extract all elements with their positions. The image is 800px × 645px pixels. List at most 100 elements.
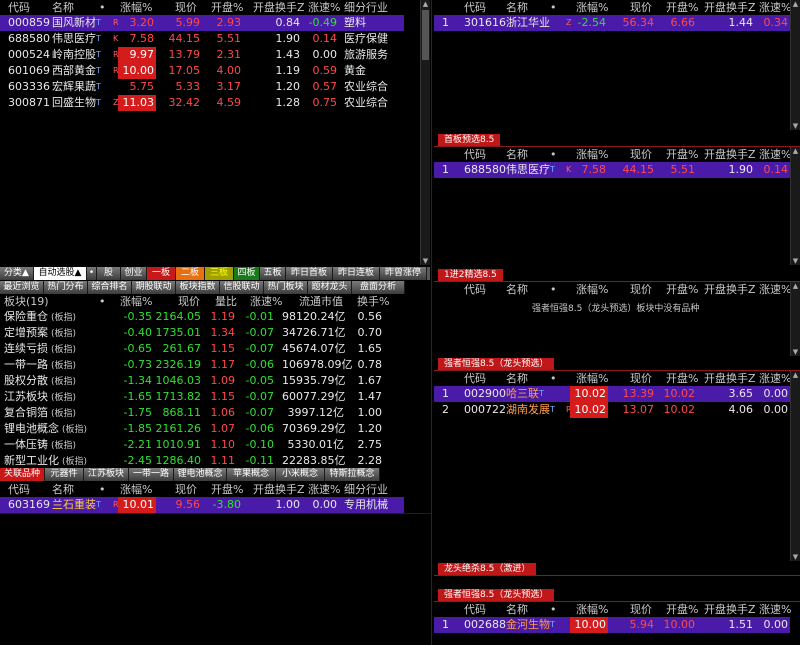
tab-apple[interactable]: 苹果概念 — [227, 468, 276, 481]
col-code[interactable]: 代码 — [8, 0, 30, 15]
sector-row[interactable]: 连续亏损 (板指) -0.65 261.67 1.15 -0.07 45674.07亿 1.6… — [0, 341, 420, 357]
col-name[interactable]: 名称 — [506, 147, 528, 162]
tab-related[interactable]: 关联品种 — [0, 468, 45, 481]
tab-jiangsu[interactable]: 江苏板块 — [84, 468, 129, 481]
tab-xiaomi[interactable]: 小米概念 — [276, 468, 325, 481]
stock-row[interactable]: 1 002900 哈三联T 10.02 13.39 10.02 3.65 0.00 — [434, 386, 790, 402]
stock-row[interactable]: 1 688580 伟思医疗T K 7.58 44.15 5.51 1.90 0.14 — [434, 162, 790, 178]
tab-tesla[interactable]: 特斯拉概念 — [325, 468, 380, 481]
col-code[interactable]: 代码 — [464, 371, 486, 386]
tab-dot[interactable]: • — [87, 267, 97, 280]
tab-board-2[interactable]: 二板 — [176, 267, 205, 280]
col-name[interactable]: 名称 — [506, 602, 528, 617]
right4-scrollbar[interactable]: ▲ ▼ — [790, 371, 800, 561]
stock-row[interactable]: 603336 宏辉果蔬T 5.75 5.33 3.17 1.20 0.57 农业综合 — [0, 79, 404, 95]
tab-lithium[interactable]: 锂电池概念 — [174, 468, 227, 481]
col-price[interactable]: 现价 — [630, 147, 652, 162]
tab-hot-sector[interactable]: 热门板块 — [264, 281, 308, 294]
col-change[interactable]: 涨幅% — [576, 0, 608, 15]
tab-futures-link[interactable]: 期股联动 — [132, 281, 176, 294]
col-open-turnover[interactable]: 开盘换手Z — [253, 0, 305, 15]
sector-row[interactable]: 复合铜箔 (板指) -1.75 868.11 1.06 -0.07 3997.12亿 1.00 — [0, 405, 420, 421]
right3-scrollbar[interactable]: ▲ ▼ — [790, 282, 800, 356]
tab-market-analysis[interactable]: 盘面分析 — [352, 281, 405, 294]
tab-board-1[interactable]: 一板 — [147, 267, 176, 280]
stock-row[interactable]: 1 301616 浙江华业 Z -2.54 56.34 6.66 1.44 0.34 — [434, 15, 790, 31]
col-name[interactable]: 名称 — [506, 0, 528, 15]
col-speed[interactable]: 涨速% — [308, 482, 340, 497]
col-open[interactable]: 开盘% — [666, 0, 698, 15]
col-change[interactable]: 涨幅% — [576, 282, 608, 297]
sector-row[interactable]: 江苏板块 (板指) -1.65 1713.82 1.15 -0.07 60077.29亿 1.… — [0, 389, 420, 405]
col-volume-ratio[interactable]: 量比 — [215, 294, 237, 309]
col-speed[interactable]: 涨速% — [759, 602, 791, 617]
tab-board-5[interactable]: 五板 — [260, 267, 286, 280]
col-name[interactable]: 名称 — [506, 371, 528, 386]
tab-auto-select[interactable]: 自动选股▲ — [34, 267, 87, 280]
sector-row[interactable]: 保险重仓 (板指) -0.35 2164.05 1.19 -0.01 98120.24亿 0.… — [0, 309, 420, 325]
col-price[interactable]: 现价 — [630, 371, 652, 386]
col-open[interactable]: 开盘% — [211, 0, 243, 15]
tab-board-3[interactable]: 三板 — [205, 267, 234, 280]
col-open-turnover[interactable]: 开盘换手Z — [704, 602, 756, 617]
sector-row[interactable]: 锂电池概念 (板指) -1.85 2161.26 1.07 -0.06 70369.29亿 1… — [0, 421, 420, 437]
tab-components[interactable]: 元器件 — [45, 468, 84, 481]
col-speed[interactable]: 涨速% — [759, 147, 791, 162]
col-speed[interactable]: 涨速% — [759, 0, 791, 15]
col-open-turnover[interactable]: 开盘换手Z — [704, 147, 756, 162]
col-speed[interactable]: 涨速% — [250, 294, 282, 309]
col-change[interactable]: 涨幅% — [576, 147, 608, 162]
tab-hot-dist[interactable]: 热门分布 — [44, 281, 88, 294]
tab-belt-road[interactable]: 一带一路 — [129, 468, 174, 481]
col-name[interactable]: 名称 — [52, 482, 74, 497]
col-change[interactable]: 涨幅% — [120, 0, 152, 15]
stock-row[interactable]: 601069 西部黄金T R 10.00 17.05 4.00 1.19 0.59 黄金 — [0, 63, 404, 79]
col-open[interactable]: 开盘% — [666, 371, 698, 386]
tab-rank[interactable]: 综合排名 — [88, 281, 132, 294]
col-open[interactable]: 开盘% — [211, 482, 243, 497]
col-speed[interactable]: 涨速% — [308, 0, 340, 15]
col-code[interactable]: 代码 — [8, 482, 30, 497]
col-price[interactable]: 现价 — [630, 282, 652, 297]
col-change[interactable]: 涨幅% — [576, 602, 608, 617]
stock-row[interactable]: 000859 国风新材T R 3.20 5.99 2.93 0.84 -0.49 塑料 — [0, 15, 404, 31]
col-name[interactable]: 名称 — [52, 0, 74, 15]
col-open[interactable]: 开盘% — [666, 602, 698, 617]
col-price[interactable]: 现价 — [178, 294, 200, 309]
tab-sector-index[interactable]: 板块指数 — [176, 281, 220, 294]
tab-stocks[interactable]: 股 — [97, 267, 121, 280]
tab-stock-link[interactable]: 信股联动 — [220, 281, 264, 294]
col-change[interactable]: 涨幅% — [120, 482, 152, 497]
right1-scrollbar[interactable]: ▲ ▼ — [790, 0, 800, 130]
tab-recent[interactable]: 最近浏览 — [0, 281, 44, 294]
col-price[interactable]: 现价 — [175, 0, 197, 15]
tab-yesterday-consec[interactable]: 昨日连板 — [333, 267, 380, 280]
tab-chinext[interactable]: 创业 — [121, 267, 147, 280]
col-industry[interactable]: 细分行业 — [344, 482, 388, 497]
stock-row[interactable]: 2 000722 湖南发展T R 10.02 13.07 10.02 4.06 0.00 — [434, 402, 790, 418]
right2-scrollbar[interactable]: ▲ ▼ — [790, 147, 800, 265]
col-open-turnover[interactable]: 开盘换手Z — [704, 282, 756, 297]
col-code[interactable]: 代码 — [464, 147, 486, 162]
col-open-turnover[interactable]: 开盘换手Z — [704, 371, 756, 386]
col-speed[interactable]: 涨速% — [759, 282, 791, 297]
col-speed[interactable]: 涨速% — [759, 371, 791, 386]
col-code[interactable]: 代码 — [464, 602, 486, 617]
stock-row[interactable]: 300871 回盛生物T Z 11.03 32.42 4.59 1.28 0.75 农业综合 — [0, 95, 404, 111]
sector-row[interactable]: 股权分散 (板指) -1.34 1046.03 1.09 -0.05 15935.79亿 1.… — [0, 373, 420, 389]
tab-yesterday-first[interactable]: 昨日首板 — [286, 267, 333, 280]
related-row[interactable]: 603169 兰石重装T R 10.01 9.56 -3.80 1.00 0.00 专用机械 — [0, 497, 404, 513]
top-left-scrollbar[interactable]: ▲ ▼ — [420, 0, 430, 265]
col-change[interactable]: 涨幅% — [120, 294, 152, 309]
col-price[interactable]: 现价 — [630, 602, 652, 617]
stock-row[interactable]: 1 002688 金河生物T 10.00 5.94 10.00 1.51 0.00 — [434, 617, 790, 633]
col-name[interactable]: 名称 — [506, 282, 528, 297]
col-float-cap[interactable]: 流通市值 — [299, 294, 343, 309]
sector-row[interactable]: 定增预案 (板指) -0.40 1735.01 1.34 -0.07 34726.71亿 0.… — [0, 325, 420, 341]
col-change[interactable]: 涨幅% — [576, 371, 608, 386]
tab-yesterday-limit[interactable]: 昨曾涨停 — [380, 267, 427, 280]
tab-theme-leader[interactable]: 题材龙头 — [308, 281, 352, 294]
col-code[interactable]: 代码 — [464, 0, 486, 15]
col-price[interactable]: 现价 — [175, 482, 197, 497]
col-price[interactable]: 现价 — [630, 0, 652, 15]
